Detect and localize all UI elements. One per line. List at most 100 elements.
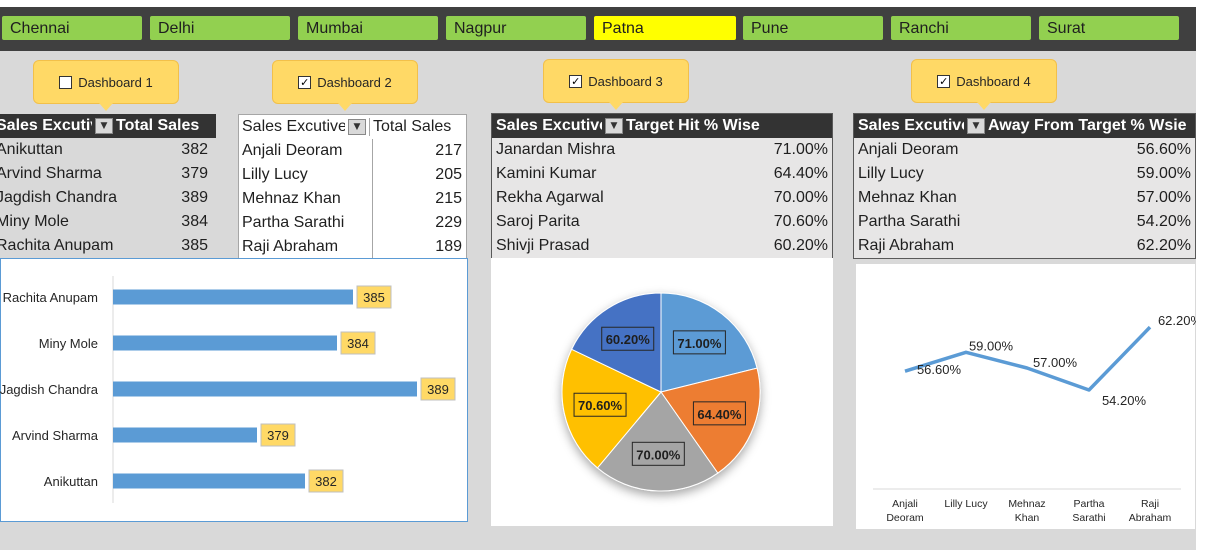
category-label: Partha <box>1074 498 1105 510</box>
row-value: 64.40% <box>773 165 828 182</box>
dashboard-2-label: Dashboard 2 <box>317 74 392 90</box>
column-header-sales-executive: Sales Excutive <box>0 117 92 134</box>
filter-icon[interactable]: ▼ <box>605 118 623 134</box>
pie-data-label: 70.60% <box>578 398 623 413</box>
filter-icon[interactable]: ▼ <box>348 119 366 135</box>
row-name: Anjali Deoram <box>239 139 373 163</box>
filter-icon[interactable]: ▼ <box>95 118 113 134</box>
dashboard-1-toggle[interactable]: Dashboard 1 <box>33 60 179 111</box>
column-header-away-from-target: Away From Target % Wsie <box>988 117 1187 134</box>
column-header-sales-executive: Sales Excutive <box>242 118 345 135</box>
row-value: 189 <box>435 238 462 255</box>
row-value: 71.00% <box>773 141 828 158</box>
tab-ranchi[interactable]: Ranchi <box>891 16 1031 40</box>
data-label: 56.60% <box>917 362 962 377</box>
bar <box>113 381 417 397</box>
table-dashboard-3: Sales Excutive ▼ Target Hit % Wise Janar… <box>491 113 833 259</box>
row-name: Shivji Prasad <box>496 237 590 254</box>
bar-chart-panel[interactable]: Rachita Anupam 385 Miny Mole 384 Jagdish Cha… <box>0 258 468 522</box>
table-header: Sales Excutive ▼ Target Hit % Wise <box>492 114 832 138</box>
series-line <box>904 325 1152 392</box>
tab-delhi[interactable]: Delhi <box>150 16 290 40</box>
data-label: 385 <box>363 290 385 305</box>
row-name: Partha Sarathi <box>239 211 373 235</box>
category-label: Arvind Sharma <box>12 428 99 443</box>
row-name: Mehnaz Khan <box>858 189 957 206</box>
row-name: Saroj Parita <box>496 213 580 230</box>
dashboard-1-label: Dashboard 1 <box>78 74 153 90</box>
table-row: Mehnaz Khan 215 <box>239 187 466 211</box>
row-name: Rachita Anupam <box>0 237 114 254</box>
row-value: 379 <box>181 165 208 182</box>
table-dashboard-1: Sales Excutive ▼ Total Sales Anikuttan 38… <box>0 114 216 258</box>
table-row: Raji Abraham 189 <box>239 235 466 259</box>
table-row: Mehnaz Khan 57.00% <box>854 186 1195 210</box>
pie-chart-panel[interactable]: 71.00% 64.40% 70.00% 70.60% 60.20% <box>491 258 833 526</box>
pie-data-label: 71.00% <box>677 336 722 351</box>
row-name: Mehnaz Khan <box>239 187 373 211</box>
tab-mumbai[interactable]: Mumbai <box>298 16 438 40</box>
dashboard-2-toggle[interactable]: ✓ Dashboard 2 <box>272 60 418 111</box>
category-label: Mehnaz <box>1008 498 1045 510</box>
dashboard-2-checkbox[interactable]: ✓ <box>298 75 312 89</box>
category-label: Miny Mole <box>39 336 98 351</box>
filter-icon[interactable]: ▼ <box>967 118 985 134</box>
bar <box>113 335 337 351</box>
data-label: 54.20% <box>1102 393 1147 408</box>
dashboard-4-checkbox[interactable]: ✓ <box>937 74 951 88</box>
row-value: 382 <box>181 141 208 158</box>
table-row: Jagdish Chandra 389 <box>0 186 216 210</box>
row-value: 217 <box>435 142 462 159</box>
row-value: 54.20% <box>1136 213 1191 230</box>
row-name: Arvind Sharma <box>0 165 102 182</box>
tab-chennai[interactable]: Chennai <box>2 16 142 40</box>
table-row: Saroj Parita 70.60% <box>492 210 832 234</box>
table-row: Anikuttan 382 <box>0 138 216 162</box>
callout-pointer <box>99 103 113 111</box>
row-value: 59.00% <box>1136 165 1191 182</box>
row-name: Raji Abraham <box>239 235 373 259</box>
category-label: Rachita Anupam <box>3 290 98 305</box>
column-header-target-hit: Target Hit % Wise <box>626 117 760 134</box>
row-name: Anikuttan <box>0 141 63 158</box>
table-dashboard-4: Sales Excutive ▼ Away From Target % Wsie… <box>853 113 1196 259</box>
dashboard-4-toggle[interactable]: ✓ Dashboard 4 <box>911 59 1057 110</box>
category-label: Raji <box>1141 498 1159 510</box>
row-value: 70.00% <box>773 189 828 206</box>
dashboard-3-toggle[interactable]: ✓ Dashboard 3 <box>543 59 689 110</box>
table-row: Lilly Lucy 205 <box>239 163 466 187</box>
pie-data-label: 64.40% <box>697 407 742 422</box>
data-label: 57.00% <box>1033 355 1078 370</box>
column-header-total-sales: Total Sales <box>116 117 200 134</box>
tab-pune[interactable]: Pune <box>743 16 883 40</box>
bar-chart: Rachita Anupam 385 Miny Mole 384 Jagdish Cha… <box>0 276 456 503</box>
table-dashboard-2: Sales Excutive ▼ Total Sales Anjali Deor… <box>238 114 467 260</box>
table-header: Sales Excutive ▼ Total Sales <box>239 115 466 139</box>
tab-patna[interactable]: Patna <box>594 16 736 40</box>
category-label: Jagdish Chandra <box>0 382 99 397</box>
table-row: Lilly Lucy 59.00% <box>854 162 1195 186</box>
data-label: 389 <box>427 382 449 397</box>
table-row: Janardan Mishra 71.00% <box>492 138 832 162</box>
table-row: Rachita Anupam 385 <box>0 234 216 258</box>
row-name: Anjali Deoram <box>858 141 959 158</box>
dashboard-3-checkbox[interactable]: ✓ <box>569 74 583 88</box>
bar <box>113 289 353 305</box>
row-name: Jagdish Chandra <box>0 189 117 206</box>
table-row: Arvind Sharma 379 <box>0 162 216 186</box>
pie-chart: 71.00% 64.40% 70.00% 70.60% 60.20% <box>561 292 761 492</box>
dashboard-1-checkbox[interactable] <box>59 75 73 89</box>
dashboard-3-label: Dashboard 3 <box>588 73 663 89</box>
row-name: Raji Abraham <box>858 237 955 254</box>
data-label: 62.20% <box>1158 313 1196 328</box>
window-top-strip <box>0 0 1212 7</box>
tab-nagpur[interactable]: Nagpur <box>446 16 586 40</box>
data-label: 384 <box>347 336 369 351</box>
row-value: 385 <box>181 237 208 254</box>
category-label: Anikuttan <box>44 474 98 489</box>
line-chart-panel[interactable]: 56.60% Anjali Deoram 59.00% Lilly Lucy 57.00%… <box>855 263 1196 530</box>
tab-surat[interactable]: Surat <box>1039 16 1179 40</box>
row-value: 205 <box>435 166 462 183</box>
line-chart: 56.60% Anjali Deoram 59.00% Lilly Lucy 57.00%… <box>873 313 1196 524</box>
callout-pointer <box>338 103 352 111</box>
